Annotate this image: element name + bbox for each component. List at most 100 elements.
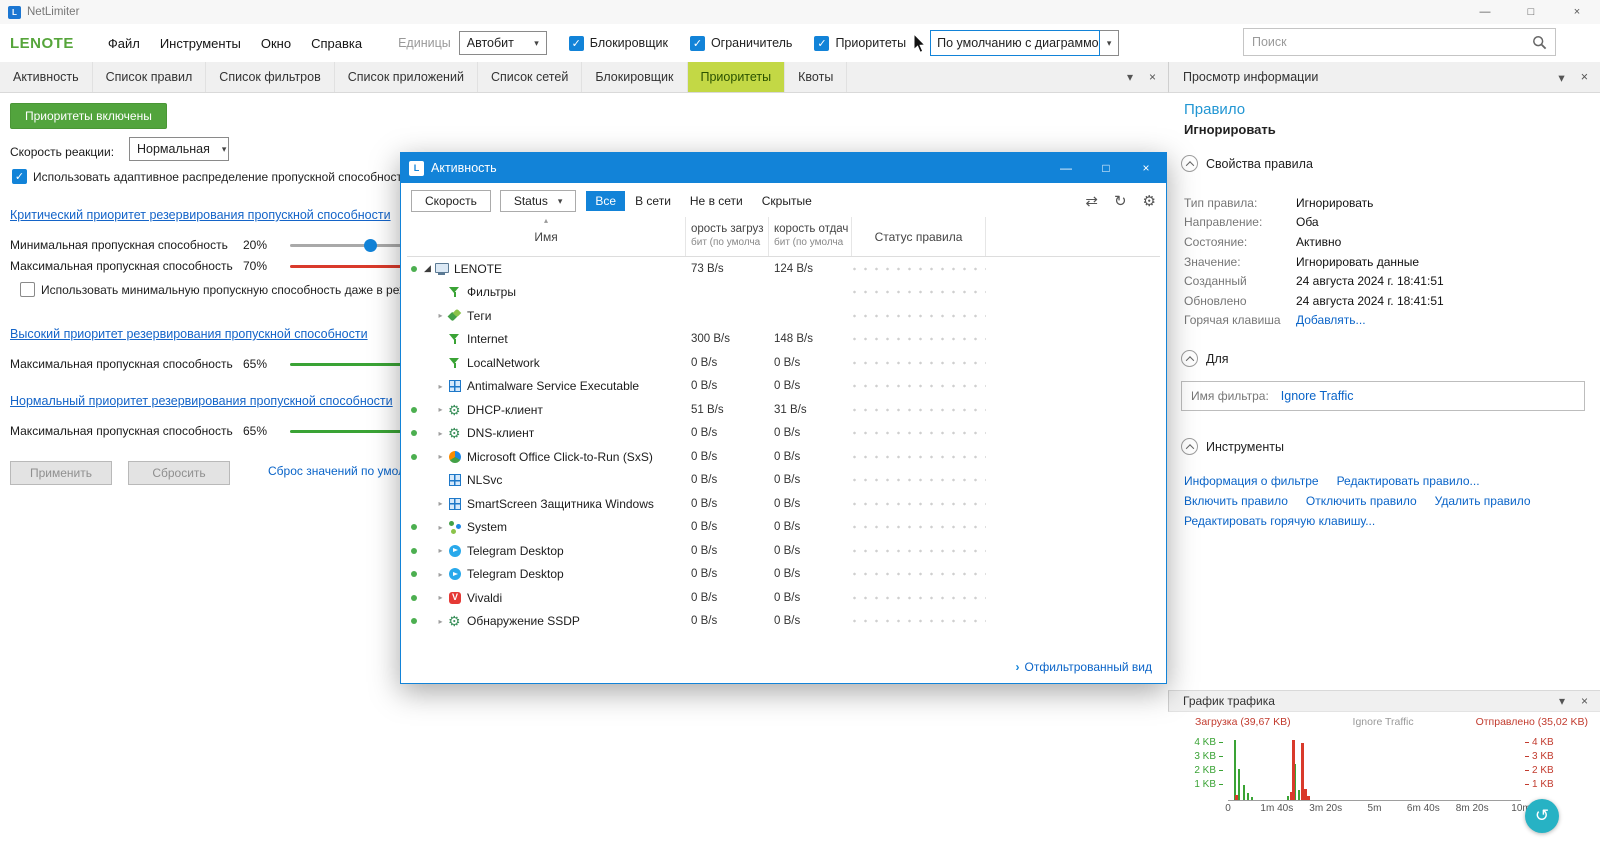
activity-row[interactable]: ▸ Antimalware Service Executable 0 B/s 0 B/… bbox=[407, 374, 1160, 398]
reset-defaults-link[interactable]: Сброс значений по умолч bbox=[268, 464, 411, 478]
collapse-circle-icon[interactable] bbox=[1181, 350, 1198, 367]
activity-dialog-titlebar[interactable]: L Активность — □ × bbox=[401, 153, 1166, 183]
column-rule-status[interactable]: Статус правила bbox=[852, 217, 986, 256]
expand-icon[interactable]: ▸ bbox=[434, 311, 447, 320]
expand-icon[interactable]: ▸ bbox=[434, 617, 447, 626]
collapse-circle-icon[interactable] bbox=[1181, 155, 1198, 172]
tab-5[interactable]: Блокировщик bbox=[582, 62, 688, 92]
chevron-down-icon[interactable]: ▾ bbox=[1559, 694, 1565, 708]
column-name[interactable]: ▴ Имя bbox=[407, 216, 686, 256]
activity-row[interactable]: ◢ LENOTE 73 B/s 124 B/s bbox=[407, 257, 1160, 281]
activity-row[interactable]: Фильтры bbox=[407, 280, 1160, 304]
activity-row[interactable]: Internet 300 B/s 148 B/s bbox=[407, 327, 1160, 351]
filter-name-value[interactable]: Ignore Traffic bbox=[1281, 389, 1354, 403]
activity-filter-3[interactable]: Скрытые bbox=[753, 191, 821, 211]
expand-icon[interactable]: ▸ bbox=[434, 429, 447, 438]
adaptive-checkbox[interactable]: ✓ Использовать адаптивное распределение … bbox=[12, 169, 409, 184]
activity-row[interactable]: ▸ Обнаружение SSDP 0 B/s 0 B/s bbox=[407, 609, 1160, 633]
menu-item-0[interactable]: Файл bbox=[108, 36, 140, 51]
expand-icon[interactable]: ▸ bbox=[434, 382, 447, 391]
menu-item-1[interactable]: Инструменты bbox=[160, 36, 241, 51]
menu-toggle-1[interactable]: ✓ Ограничитель bbox=[689, 35, 792, 51]
search-box[interactable] bbox=[1243, 28, 1556, 56]
tab-3[interactable]: Список приложений bbox=[335, 62, 478, 92]
menu-toggle-0[interactable]: ✓ Блокировщик bbox=[568, 35, 668, 51]
activity-row[interactable]: ▸ Теги bbox=[407, 304, 1160, 328]
for-section-header[interactable]: Для bbox=[1181, 350, 1229, 367]
activity-row[interactable]: ▸ Telegram Desktop 0 B/s 0 B/s bbox=[407, 539, 1160, 563]
close-button[interactable]: × bbox=[1554, 0, 1600, 24]
tab-strip-icons: ▾ × bbox=[1127, 62, 1168, 92]
activity-row[interactable]: ▸ DHCP-клиент 51 B/s 31 B/s bbox=[407, 398, 1160, 422]
expand-icon[interactable]: ▸ bbox=[434, 523, 447, 532]
rule-properties-section-header[interactable]: Свойства правила bbox=[1181, 155, 1313, 172]
close-panel-icon[interactable]: × bbox=[1581, 694, 1588, 708]
units-select[interactable]: Автобит ▾ bbox=[458, 31, 547, 55]
close-panel-icon[interactable]: × bbox=[1581, 70, 1588, 85]
dialog-minimize-button[interactable]: — bbox=[1046, 153, 1086, 183]
chart-mode-select[interactable]: По умолчанию с диаграммой bbox=[930, 30, 1101, 56]
speed-button[interactable]: Скорость bbox=[411, 190, 491, 212]
reset-button[interactable]: Сбросить bbox=[128, 461, 230, 485]
column-upload[interactable]: корость отдач бит (по умолча bbox=[769, 217, 852, 256]
reaction-speed-select[interactable]: Нормальная ▾ bbox=[129, 137, 229, 161]
lenote-logo: LENOTE bbox=[10, 34, 74, 52]
expand-icon[interactable]: ▸ bbox=[434, 499, 447, 508]
tool-link[interactable]: Редактировать правило... bbox=[1337, 471, 1480, 491]
minimize-button[interactable]: — bbox=[1462, 0, 1508, 24]
chevron-down-icon[interactable]: ▾ bbox=[1127, 70, 1133, 84]
settings-gear-icon[interactable]: ⚙ bbox=[1143, 192, 1156, 210]
activity-filter-2[interactable]: Не в сети bbox=[681, 191, 752, 211]
chart-mode-arrow-button[interactable]: ▾ bbox=[1100, 30, 1120, 56]
tool-link[interactable]: Информация о фильтре bbox=[1184, 471, 1319, 491]
expand-icon[interactable]: ▸ bbox=[434, 546, 447, 555]
expand-icon[interactable]: ▸ bbox=[434, 405, 447, 414]
chevron-down-icon[interactable]: ▾ bbox=[1558, 70, 1564, 85]
activity-row[interactable]: ▸ Vivaldi 0 B/s 0 B/s bbox=[407, 586, 1160, 610]
tool-link[interactable]: Включить правило bbox=[1184, 491, 1288, 511]
apply-button[interactable]: Применить bbox=[10, 461, 112, 485]
tab-6[interactable]: Приоритеты bbox=[687, 62, 786, 92]
activity-row[interactable]: ▸ Microsoft Office Click-to-Run (SxS) 0 B/… bbox=[407, 445, 1160, 469]
priorities-enabled-button[interactable]: Приоритеты включены bbox=[10, 103, 167, 129]
tab-4[interactable]: Список сетей bbox=[478, 62, 583, 92]
activity-row[interactable]: ▸ SmartScreen Защитника Windows 0 B/s 0 B/s bbox=[407, 492, 1160, 516]
activity-filter-1[interactable]: В сети bbox=[626, 191, 680, 211]
collapse-icon[interactable]: ◢ bbox=[421, 263, 434, 274]
min-bandwidth-slider-thumb[interactable] bbox=[364, 239, 377, 252]
activity-filter-0[interactable]: Все bbox=[586, 191, 626, 211]
expand-icon[interactable]: ▸ bbox=[434, 593, 447, 602]
activity-row[interactable]: ▸ System 0 B/s 0 B/s bbox=[407, 515, 1160, 539]
filtered-view-link[interactable]: › Отфильтрованный вид bbox=[1016, 660, 1152, 674]
dialog-close-button[interactable]: × bbox=[1126, 153, 1166, 183]
reload-button[interactable]: ↺ bbox=[1525, 799, 1559, 833]
tool-link[interactable]: Редактировать горячую клавишу... bbox=[1184, 511, 1375, 531]
column-download[interactable]: орость загруз бит (по умолча bbox=[686, 217, 769, 256]
menu-toggle-2[interactable]: ✓ Приоритеты bbox=[814, 35, 906, 51]
collapse-circle-icon[interactable] bbox=[1181, 438, 1198, 455]
tab-1[interactable]: Список правил bbox=[93, 62, 207, 92]
close-tab-icon[interactable]: × bbox=[1149, 70, 1156, 84]
menu-item-3[interactable]: Справка bbox=[311, 36, 362, 51]
activity-row[interactable]: ▸ DNS-клиент 0 B/s 0 B/s bbox=[407, 421, 1160, 445]
idle-min-checkbox[interactable]: Использовать минимальную пропускную спос… bbox=[20, 282, 407, 297]
expand-icon[interactable]: ▸ bbox=[434, 452, 447, 461]
activity-row[interactable]: NLSvc 0 B/s 0 B/s bbox=[407, 468, 1160, 492]
tab-7[interactable]: Квоты bbox=[785, 62, 848, 92]
activity-row[interactable]: ▸ Telegram Desktop 0 B/s 0 B/s bbox=[407, 562, 1160, 586]
activity-row[interactable]: LocalNetwork 0 B/s 0 B/s bbox=[407, 351, 1160, 375]
maximize-button[interactable]: □ bbox=[1508, 0, 1554, 24]
tab-0[interactable]: Активность bbox=[0, 62, 93, 92]
expand-icon[interactable]: ▸ bbox=[434, 570, 447, 579]
refresh-icon[interactable]: ↻ bbox=[1114, 192, 1127, 210]
tab-2[interactable]: Список фильтров bbox=[206, 62, 335, 92]
status-dropdown[interactable]: Status ▾ bbox=[499, 190, 577, 212]
property-value[interactable]: Добавлять... bbox=[1296, 313, 1366, 327]
dialog-maximize-button[interactable]: □ bbox=[1086, 153, 1126, 183]
menu-item-2[interactable]: Окно bbox=[261, 36, 291, 51]
dock-icon[interactable]: ⇄ bbox=[1085, 192, 1098, 210]
tool-link[interactable]: Удалить правило bbox=[1435, 491, 1531, 511]
tool-link[interactable]: Отключить правило bbox=[1306, 491, 1417, 511]
search-input[interactable] bbox=[1252, 35, 1532, 49]
tools-section-header[interactable]: Инструменты bbox=[1181, 438, 1284, 455]
